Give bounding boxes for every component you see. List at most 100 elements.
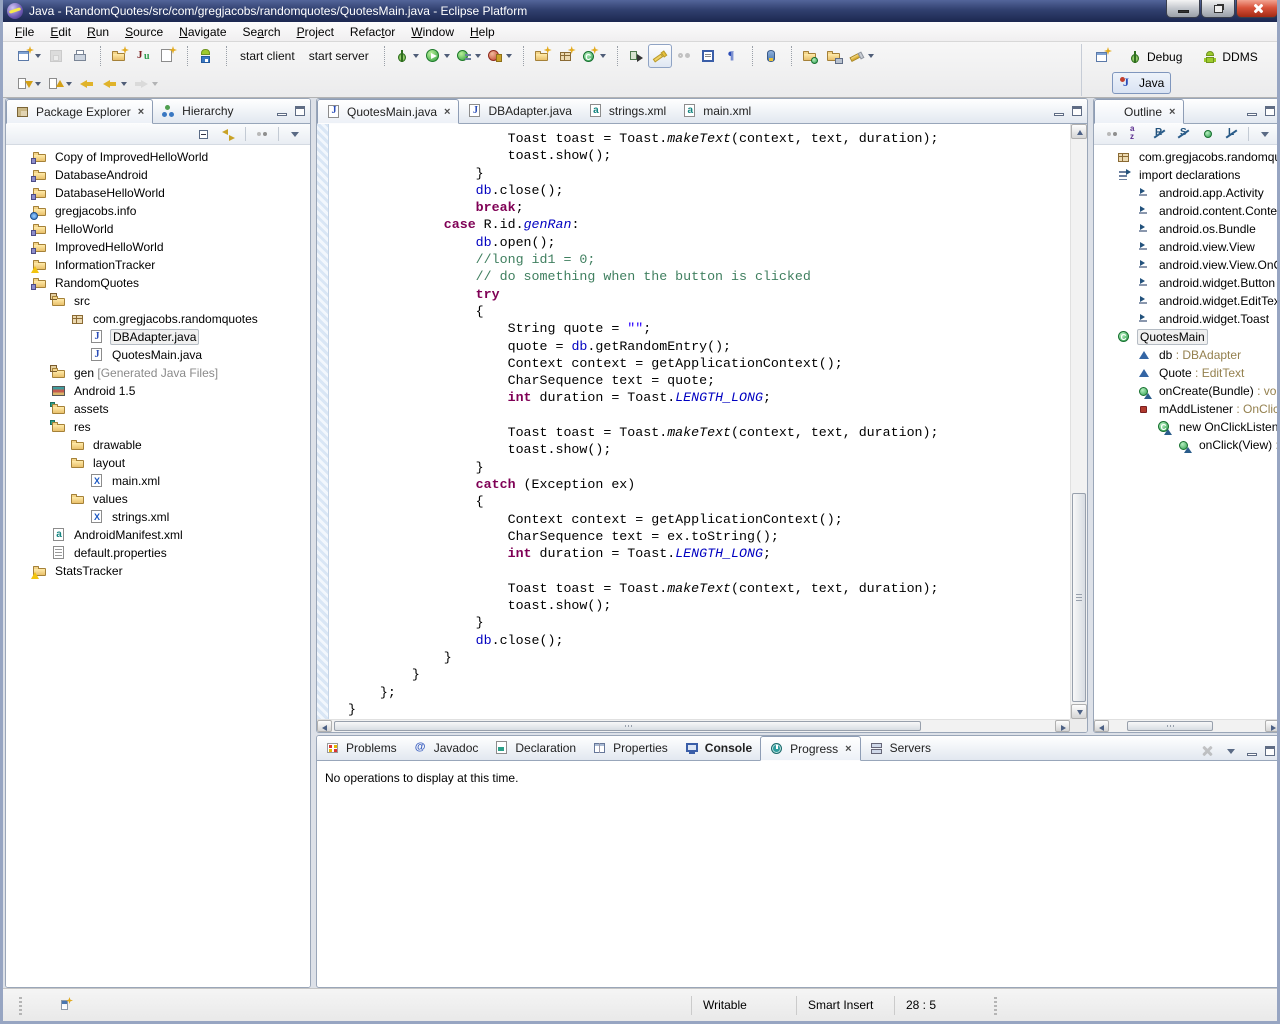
show-fields-icon[interactable] — [1200, 126, 1216, 142]
menu-edit[interactable]: Edit — [42, 23, 79, 41]
editor-tab-quotesmain-java[interactable]: QuotesMain.java× — [317, 99, 459, 124]
tree-item[interactable]: drawable — [6, 436, 310, 454]
new-package-button[interactable] — [554, 44, 578, 68]
goto-prev-button[interactable] — [44, 72, 75, 96]
horizontal-scrollbar-thumb[interactable] — [1127, 721, 1213, 731]
annotation-ruler[interactable] — [317, 124, 329, 719]
vertical-scrollbar-thumb[interactable] — [1072, 493, 1086, 702]
new-wizard-button[interactable] — [13, 44, 44, 68]
tree-item[interactable]: Copy of ImprovedHelloWorld — [6, 148, 310, 166]
dropdown-arrow-icon[interactable] — [444, 54, 450, 58]
tree-item[interactable]: gregjacobs.info — [6, 202, 310, 220]
tree-item[interactable]: layout — [6, 454, 310, 472]
tree-item[interactable]: StatsTracker — [6, 562, 310, 580]
start-server-button[interactable]: start server — [302, 47, 376, 65]
perspective-java-button[interactable]: Java — [1112, 72, 1171, 94]
menu-project[interactable]: Project — [289, 23, 342, 41]
forward-button[interactable] — [130, 72, 161, 96]
scroll-right-icon[interactable] — [1265, 720, 1280, 732]
tree-item[interactable]: main.xml — [6, 472, 310, 490]
run-button[interactable] — [422, 44, 453, 68]
dropdown-arrow-icon[interactable] — [475, 54, 481, 58]
scroll-left-icon[interactable] — [317, 720, 332, 732]
tree-item[interactable]: QuotesMain — [1094, 328, 1280, 346]
scroll-left-icon[interactable] — [1094, 720, 1109, 732]
tree-item[interactable]: android.content.Context — [1094, 202, 1280, 220]
sync-button[interactable] — [759, 44, 783, 68]
view-tab-declaration[interactable]: Declaration — [486, 736, 584, 760]
close-tab-icon[interactable]: × — [138, 106, 144, 118]
tree-item[interactable]: RandomQuotes — [6, 274, 310, 292]
new-project-button[interactable] — [530, 44, 554, 68]
tree-item[interactable]: ImprovedHelloWorld — [6, 238, 310, 256]
menu-file[interactable]: File — [7, 23, 42, 41]
tree-item[interactable]: AndroidManifest.xml — [6, 526, 310, 544]
print-button[interactable] — [68, 44, 92, 68]
close-tab-icon[interactable]: × — [1169, 106, 1175, 118]
restore-button[interactable] — [1201, 0, 1235, 18]
spelling-button[interactable] — [672, 44, 696, 68]
vertical-scrollbar[interactable] — [1070, 124, 1087, 719]
close-tab-icon[interactable]: × — [444, 106, 450, 118]
maximize-editor-icon[interactable] — [1072, 106, 1082, 116]
tree-item[interactable]: strings.xml — [6, 508, 310, 526]
view-tab-properties[interactable]: Properties — [584, 736, 676, 760]
tree-item[interactable]: res — [6, 418, 310, 436]
minimize-view-icon[interactable] — [277, 113, 287, 116]
scroll-right-icon[interactable] — [1055, 720, 1070, 732]
tree-item[interactable]: assets — [6, 400, 310, 418]
minimize-editor-icon[interactable] — [1054, 113, 1064, 116]
view-tab-servers[interactable]: Servers — [861, 736, 939, 760]
new-junit-test-button[interactable] — [131, 44, 155, 68]
code-editor[interactable]: Toast toast = Toast.makeText(context, te… — [317, 124, 1087, 732]
open-perspective-button[interactable] — [1090, 45, 1114, 69]
menu-help[interactable]: Help — [462, 23, 503, 41]
view-tab-progress[interactable]: Progress× — [760, 736, 860, 761]
close-tab-icon[interactable]: × — [845, 743, 851, 755]
minimize-button[interactable] — [1166, 0, 1200, 18]
tree-item[interactable]: src — [6, 292, 310, 310]
tree-item[interactable]: values — [6, 490, 310, 508]
tree-item[interactable]: Quote : EditText — [1094, 364, 1280, 382]
perspective-debug-button[interactable]: Debug — [1120, 46, 1189, 68]
collapse-all-icon[interactable] — [197, 126, 213, 142]
link-editor-icon[interactable] — [221, 126, 237, 142]
scroll-down-icon[interactable] — [1071, 704, 1087, 719]
tree-item[interactable]: mAddListener : OnClickListener — [1094, 400, 1280, 418]
tree-item[interactable]: android.widget.EditText — [1094, 292, 1280, 310]
sort-icon[interactable] — [1128, 126, 1144, 142]
maximize-view-icon[interactable] — [1265, 746, 1275, 756]
close-button[interactable] — [1236, 0, 1278, 18]
new-android-project-button[interactable] — [107, 44, 131, 68]
tree-item[interactable]: android.os.Bundle — [1094, 220, 1280, 238]
hide-static-icon[interactable] — [1176, 126, 1192, 142]
tree-item[interactable]: new OnClickListener() {...} — [1094, 418, 1280, 436]
view-tab-javadoc[interactable]: Javadoc — [405, 736, 487, 760]
next-annotation-button[interactable] — [624, 44, 648, 68]
dropdown-arrow-icon[interactable] — [35, 82, 41, 86]
minimize-view-icon[interactable] — [1247, 113, 1257, 116]
last-edit-button[interactable] — [75, 72, 99, 96]
perspective-ddms-button[interactable]: DDMS — [1195, 46, 1264, 68]
hide-local-icon[interactable] — [1224, 126, 1240, 142]
run-as-button[interactable] — [453, 44, 484, 68]
outline-horizontal-scrollbar[interactable] — [1094, 719, 1280, 732]
menu-search[interactable]: Search — [235, 23, 289, 41]
save-button[interactable] — [44, 44, 68, 68]
open-resource-button[interactable] — [822, 44, 846, 68]
horizontal-scrollbar[interactable] — [317, 719, 1070, 732]
menu-navigate[interactable]: Navigate — [171, 23, 234, 41]
tree-item[interactable]: android.widget.Button — [1094, 274, 1280, 292]
tree-item[interactable]: import declarations — [1094, 166, 1280, 184]
view-menu-icon[interactable] — [287, 126, 303, 142]
view-tab-console[interactable]: Console — [676, 736, 760, 760]
tree-item[interactable]: gen [Generated Java Files] — [6, 364, 310, 382]
tree-item[interactable]: QuotesMain.java — [6, 346, 310, 364]
tree-item[interactable]: com.gregjacobs.randomquotes — [6, 310, 310, 328]
new-class-button[interactable] — [578, 44, 609, 68]
horizontal-scrollbar-thumb[interactable] — [334, 721, 921, 731]
external-tools-button[interactable] — [484, 44, 515, 68]
tree-item[interactable]: default.properties — [6, 544, 310, 562]
menu-run[interactable]: Run — [79, 23, 117, 41]
fast-view-icon[interactable] — [57, 996, 73, 1012]
